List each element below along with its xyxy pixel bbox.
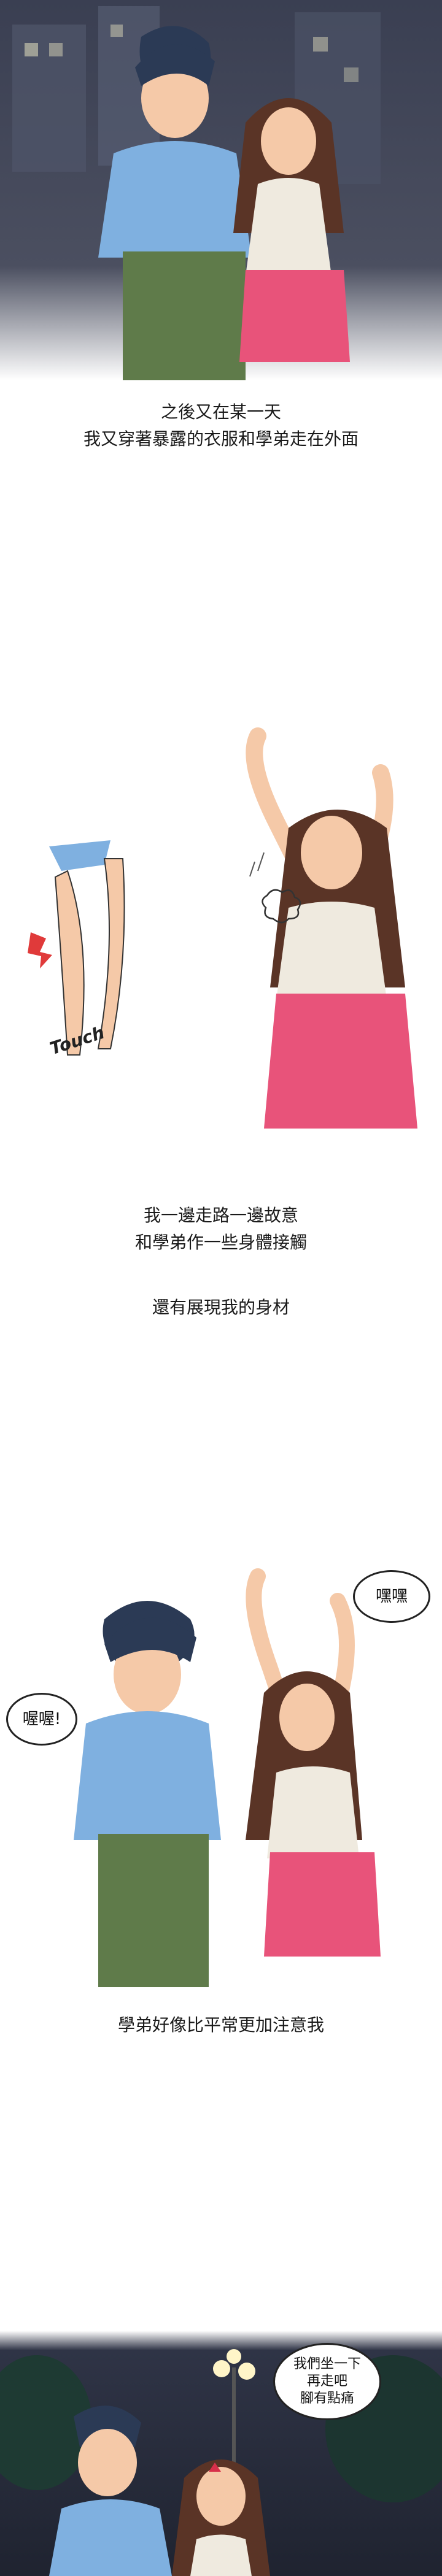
girl-speech-bubble: 嘿嘿 [353, 1570, 430, 1623]
reaction-panel: 喔喔! 嘿嘿 [0, 1558, 442, 1987]
girl-stretching-figure [246, 727, 417, 1129]
boy-speech-bubble: 喔喔! [6, 1693, 77, 1746]
spark-icon [28, 932, 52, 968]
night-walk-illustration [0, 0, 442, 380]
boy-speech-text: 喔喔! [22, 1710, 61, 1728]
girl-figure [233, 98, 350, 362]
girl-reaction-figure [246, 1568, 381, 1957]
caption-3-line-1: 還有展現我的身材 [152, 1297, 290, 1317]
caption-1-line-2: 我又穿著暴露的衣服和學弟走在外面 [83, 429, 359, 449]
girl-park-figure [172, 2459, 270, 2576]
caption-2-line-1: 我一邊走路一邊故意 [143, 1205, 298, 1225]
caption-2: 我一邊走路一邊故意 和學弟作一些身體接觸 [0, 1202, 442, 1256]
night-park-panel: 我們坐一下 再走吧 腳有點痛 [0, 2331, 442, 2576]
girl-park-speech-bubble: 我們坐一下 再走吧 腳有點痛 [273, 2343, 381, 2420]
touch-panel: Touch [0, 699, 442, 1165]
reaction-illustration [74, 1568, 381, 1987]
night-walk-panel [0, 0, 442, 380]
caption-1: 之後又在某一天 我又穿著暴露的衣服和學弟走在外面 [0, 399, 442, 453]
boy-reaction-figure [74, 1601, 221, 1987]
girl-park-speech-line-3: 腳有點痛 [300, 2391, 354, 2406]
girl-park-speech-line-2: 再走吧 [306, 2374, 347, 2389]
girl-speech-text: 嘿嘿 [375, 1587, 408, 1606]
caption-4: 學弟好像比平常更加注意我 [0, 2012, 442, 2039]
caption-4-line-1: 學弟好像比平常更加注意我 [117, 2015, 324, 2035]
girl-park-speech-line-1: 我們坐一下 [293, 2356, 361, 2372]
caption-2-line-2: 和學弟作一些身體接觸 [134, 1232, 307, 1252]
touch-illustration [28, 727, 417, 1129]
caption-3: 還有展現我的身材 [0, 1294, 442, 1321]
caption-1-line-1: 之後又在某一天 [160, 402, 281, 422]
